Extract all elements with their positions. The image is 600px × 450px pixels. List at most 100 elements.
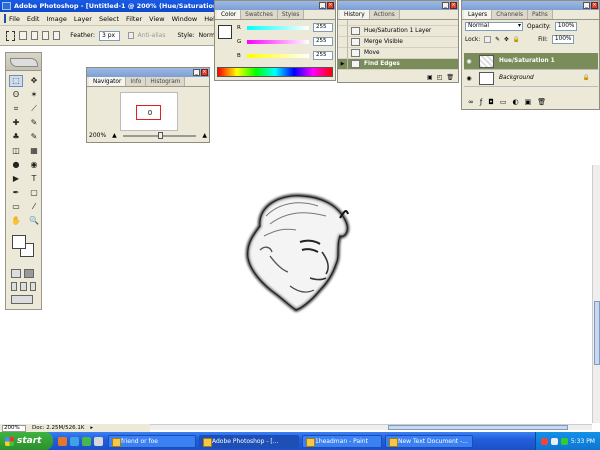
tab-history[interactable]: History [340,10,370,19]
history-title-bar[interactable]: _ × [338,1,458,10]
history-item[interactable]: Hue/Saturation 1 Layer [338,25,458,37]
task-photoshop[interactable]: Adobe Photoshop - [... [199,434,299,448]
new-document-icon[interactable]: ▣ [427,74,433,82]
visibility-eye-icon[interactable]: ◉ [464,75,474,82]
layer-style-icon[interactable]: ƒ [480,98,482,107]
navigator-zoom-value[interactable]: 200% [89,132,106,139]
tab-styles[interactable]: Styles [277,10,305,19]
zoom-icon[interactable]: 🔍 [27,215,41,227]
history-item[interactable]: Merge Visible [338,36,458,48]
pen-icon[interactable]: ✒ [9,187,23,199]
ie-icon[interactable] [70,436,79,446]
close-icon[interactable]: × [201,69,208,76]
anti-alias-checkbox[interactable] [127,32,134,39]
subtract-selection-icon[interactable] [41,31,50,40]
close-icon[interactable]: × [327,2,334,9]
minimize-icon[interactable]: _ [442,2,449,9]
mask-icon[interactable]: ◘ [488,98,494,107]
tab-swatches[interactable]: Swatches [241,10,278,19]
navigator-zoom-thumb[interactable] [157,131,163,139]
lock-all-icon[interactable]: 🔒 [513,37,520,43]
new-snapshot-icon[interactable]: ◰ [437,74,443,82]
slice-icon[interactable]: ⟋ [27,103,41,115]
lock-image-icon[interactable]: ✎ [495,37,500,43]
close-icon[interactable]: × [450,2,457,9]
lasso-icon[interactable]: ʘ [9,89,23,101]
task-paint[interactable]: 1headman - Paint [302,434,382,448]
quickmask-mode-icon[interactable] [24,269,34,278]
doc-size-info[interactable]: Doc: 2.25M/526.1K [32,425,84,431]
path-select-icon[interactable]: ▶ [9,173,23,185]
minimize-icon[interactable]: _ [319,2,326,9]
menu-select[interactable]: Select [99,15,119,23]
opacity-input[interactable]: 100% [554,22,577,31]
jump-to-imageready-icon[interactable] [11,295,33,304]
style-value[interactable]: Norm [199,32,215,39]
clone-stamp-icon[interactable]: ♣ [9,131,23,143]
menu-file[interactable]: File [9,15,20,23]
blur-icon[interactable]: ● [9,159,23,171]
blend-mode-select[interactable]: Normal [465,22,523,31]
close-icon[interactable]: × [591,2,598,9]
eyedropper-icon[interactable]: ⁄ [27,201,41,213]
start-button[interactable]: start [0,432,53,450]
menu-edit[interactable]: Edit [27,15,40,23]
status-arrow-icon[interactable]: ▸ [90,425,93,431]
new-layer-icon[interactable]: ▣ [525,98,532,107]
trash-icon[interactable]: 🗑 [446,74,454,82]
tray-security-icon[interactable] [560,437,568,445]
color-title-bar[interactable]: _ × [215,1,335,10]
task-friend-or-foe[interactable]: friend or foe [108,434,196,448]
tray-volume-icon[interactable] [550,437,558,445]
zoom-in-icon[interactable]: ▲ [202,132,207,139]
tab-layers[interactable]: Layers [464,10,493,19]
link-icon[interactable]: ∞ [468,98,474,107]
status-zoom-input[interactable]: 200% [2,424,26,432]
horizontal-scroll-thumb[interactable] [388,425,568,430]
minimize-icon[interactable]: _ [583,2,590,9]
red-slider[interactable] [247,25,309,30]
messenger-icon[interactable] [82,436,91,446]
folder-icon[interactable]: ▭ [500,98,507,107]
intersect-selection-icon[interactable] [53,31,61,40]
standard-mode-icon[interactable] [11,269,21,278]
menu-view[interactable]: View [149,15,164,23]
foreground-color-swatch[interactable] [12,235,26,249]
horizontal-scrollbar[interactable] [150,424,592,430]
feather-input[interactable]: 3 px [98,30,120,41]
task-notepad[interactable]: New Text Document -... [385,434,473,448]
vertical-scroll-thumb[interactable] [594,301,600,365]
add-selection-icon[interactable] [30,31,38,40]
gradient-icon[interactable]: ▦ [27,145,41,157]
green-slider[interactable] [247,39,309,44]
dodge-icon[interactable]: ◉ [27,159,41,171]
visibility-eye-icon[interactable]: ◉ [464,58,474,65]
full-screen-menu-icon[interactable] [20,282,27,291]
navigator-title-bar[interactable]: _ × [87,68,209,77]
brush-icon[interactable]: ✎ [27,117,41,129]
history-item[interactable]: Move [338,47,458,59]
lock-position-icon[interactable]: ✥ [504,37,509,43]
green-value-input[interactable]: 255 [313,37,333,46]
red-value-input[interactable]: 255 [313,23,333,32]
title-bar[interactable]: Adobe Photoshop - [Untitled-1 @ 200% (Hu… [0,0,215,12]
color-foreground-swatch[interactable] [218,25,232,39]
firefox-icon[interactable] [58,436,67,446]
tab-histogram[interactable]: Histogram [146,77,186,86]
tab-info[interactable]: Info [126,77,147,86]
new-selection-icon[interactable] [19,31,27,40]
marquee-icon[interactable]: ⬚ [9,75,23,87]
navigator-preview[interactable] [120,92,178,131]
magic-wand-icon[interactable]: ✶ [27,89,41,101]
history-item-selected[interactable]: ▶ Find Edges [338,58,458,70]
adjustment-layer-icon[interactable]: ◐ [512,98,518,107]
standard-screen-icon[interactable] [11,282,18,291]
tray-network-icon[interactable] [540,437,548,445]
rectangular-marquee-icon[interactable] [6,30,16,41]
minimize-icon[interactable]: _ [193,69,200,76]
move-icon[interactable]: ✥ [27,75,41,87]
notes-icon[interactable]: ▭ [9,201,23,213]
desktop-icon[interactable] [94,436,103,446]
history-brush-icon[interactable]: ✎ [27,131,41,143]
blue-slider[interactable] [247,53,309,58]
